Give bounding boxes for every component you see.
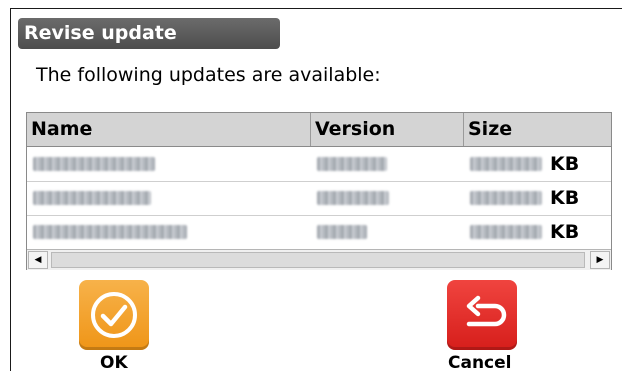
table-header: Name Version Size <box>27 113 611 147</box>
size-unit: KB <box>550 152 580 175</box>
row-size: KB <box>470 147 579 180</box>
scroll-right-button[interactable]: ▶ <box>590 251 610 269</box>
dialog-border-left <box>10 8 11 371</box>
column-header-version[interactable]: Version <box>311 113 464 146</box>
dialog-border-top <box>10 8 622 9</box>
table-row[interactable]: KB <box>27 215 611 250</box>
row-version-redacted <box>317 181 389 214</box>
updates-table[interactable]: Name Version Size KB KB KB ◀ ▶ <box>26 112 612 270</box>
row-name-redacted <box>33 181 151 214</box>
dialog-title: Revise update <box>18 18 280 49</box>
scrollbar-thumb[interactable] <box>51 252 585 268</box>
scroll-left-button[interactable]: ◀ <box>28 251 48 269</box>
size-unit: KB <box>550 220 580 243</box>
ok-button[interactable] <box>79 280 149 350</box>
triangle-right-icon: ▶ <box>596 255 604 265</box>
column-header-size[interactable]: Size <box>464 113 611 146</box>
table-row[interactable]: KB <box>27 147 611 182</box>
row-size: KB <box>470 181 579 214</box>
ok-label[interactable]: OK <box>100 353 128 373</box>
row-version-redacted <box>317 215 367 248</box>
return-arrow-icon <box>466 295 507 327</box>
row-size: KB <box>470 215 579 248</box>
row-name-redacted <box>33 147 155 180</box>
row-name-redacted <box>33 215 187 248</box>
cancel-label[interactable]: Cancel <box>448 353 511 373</box>
row-version-redacted <box>317 147 387 180</box>
cancel-button[interactable] <box>447 280 517 350</box>
checkmark-icon <box>91 292 137 338</box>
triangle-left-icon: ◀ <box>34 255 42 265</box>
size-unit: KB <box>550 186 580 209</box>
table-row[interactable]: KB <box>27 181 611 216</box>
dialog-subtitle: The following updates are available: <box>36 64 381 86</box>
horizontal-scrollbar[interactable]: ◀ ▶ <box>27 249 611 270</box>
column-header-name[interactable]: Name <box>27 113 311 146</box>
